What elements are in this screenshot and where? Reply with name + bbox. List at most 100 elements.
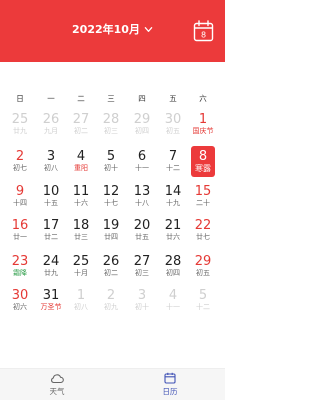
lunar-label: 初五	[166, 127, 180, 135]
calendar-day[interactable]: 18 廿三	[69, 218, 93, 246]
lunar-label: 十五	[44, 199, 58, 207]
calendar-day[interactable]: 13 十八	[130, 184, 154, 212]
calendar-day[interactable]: 14 十九	[161, 184, 185, 212]
lunar-label: 廿九	[44, 269, 58, 277]
weekday-label: 四	[138, 94, 146, 103]
calendar-day[interactable]: 10 十五	[39, 184, 63, 212]
calendar-icon	[164, 372, 176, 384]
lunar-label: 国庆节	[192, 127, 214, 135]
lunar-label: 廿六	[166, 233, 180, 241]
calendar-day[interactable]: 9 十四	[8, 184, 32, 212]
weekday-label: 一	[47, 94, 55, 103]
lunar-label: 廿五	[135, 233, 149, 241]
lunar-label: 九月	[44, 127, 58, 135]
lunar-label: 初七	[13, 164, 27, 172]
calendar-day[interactable]: 11 十六	[69, 184, 93, 212]
day-number: 28	[102, 112, 120, 127]
lunar-label: 初九	[104, 303, 118, 311]
lunar-label: 初三	[104, 127, 118, 135]
calendar-day[interactable]: 27 初三	[130, 254, 154, 282]
lunar-label: 廿七	[196, 233, 210, 241]
tab-weather-label: 天气	[49, 387, 65, 396]
day-number: 26	[102, 254, 120, 269]
lunar-label: 廿三	[74, 233, 88, 241]
lunar-label: 二十	[196, 199, 210, 207]
calendar-day[interactable]: 29 初四	[130, 112, 154, 140]
calendar-day[interactable]: 4 十一	[161, 288, 185, 316]
lunar-label: 初十	[104, 164, 118, 172]
calendar-day[interactable]: 29 初五	[191, 254, 215, 282]
lunar-label: 十二	[166, 164, 180, 172]
calendar-day[interactable]: 16 廿一	[8, 218, 32, 246]
lunar-label: 廿一	[13, 233, 27, 241]
calendar-day[interactable]: 1 国庆节	[191, 112, 215, 140]
lunar-label: 万圣节	[40, 303, 62, 311]
today-calendar-icon[interactable]: 8	[193, 20, 214, 42]
tab-calendar[interactable]: 日历	[140, 372, 200, 400]
weekday-label: 三	[107, 94, 115, 103]
calendar-day[interactable]: 24 廿九	[39, 254, 63, 282]
calendar-day[interactable]: 30 初五	[161, 112, 185, 140]
calendar-day[interactable]: 26 初二	[99, 254, 123, 282]
calendar-day[interactable]: 3 初十	[130, 288, 154, 316]
day-number: 24	[42, 254, 60, 269]
calendar-day[interactable]: 15 二十	[191, 184, 215, 212]
lunar-label: 初四	[166, 269, 180, 277]
day-number: 2	[106, 288, 116, 303]
month-title[interactable]: 2022年10月	[72, 21, 140, 37]
calendar-day[interactable]: 20 廿五	[130, 218, 154, 246]
calendar-day[interactable]: 28 初三	[99, 112, 123, 140]
today-day-number: 8	[201, 31, 206, 40]
lunar-label: 十四	[13, 199, 27, 207]
day-number: 5	[198, 288, 208, 303]
calendar-day[interactable]: 7 十二	[161, 149, 185, 177]
calendar-day[interactable]: 25 廿九	[8, 112, 32, 140]
weekday-label: 六	[199, 94, 207, 103]
lunar-label: 初四	[135, 127, 149, 135]
lunar-label: 初八	[74, 303, 88, 311]
tab-calendar-label: 日历	[162, 387, 178, 396]
lunar-label: 重阳	[74, 164, 88, 172]
calendar-day[interactable]: 3 初八	[39, 149, 63, 177]
calendar-day[interactable]: 5 十二	[191, 288, 215, 316]
day-number: 31	[42, 288, 60, 303]
day-number: 18	[72, 218, 90, 233]
weekday-header: 日一二三四五六	[0, 93, 225, 103]
calendar-day[interactable]: 23 霜降	[8, 254, 32, 282]
day-number: 25	[11, 112, 29, 127]
day-number: 30	[11, 288, 29, 303]
calendar-day[interactable]: 28 初四	[161, 254, 185, 282]
lunar-label: 十六	[74, 199, 88, 207]
calendar-day[interactable]: 17 廿二	[39, 218, 63, 246]
calendar-day[interactable]: 5 初十	[99, 149, 123, 177]
month-selector[interactable]: 2022年10月	[0, 21, 225, 37]
calendar-day[interactable]: 31 万圣节	[39, 288, 63, 316]
calendar-day[interactable]: 26 九月	[39, 112, 63, 140]
calendar-day[interactable]: 1 初八	[69, 288, 93, 316]
calendar-day[interactable]: 19 廿四	[99, 218, 123, 246]
day-number: 16	[11, 218, 29, 233]
day-number: 29	[133, 112, 151, 127]
calendar-day[interactable]: 12 十七	[99, 184, 123, 212]
day-number: 7	[168, 149, 178, 164]
calendar-day[interactable]: 25 十月	[69, 254, 93, 282]
chevron-down-icon[interactable]	[144, 25, 153, 34]
lunar-label: 十一	[135, 164, 149, 172]
day-number: 21	[164, 218, 182, 233]
calendar-day[interactable]: 2 初九	[99, 288, 123, 316]
day-number: 2	[15, 149, 25, 164]
day-number: 8	[198, 149, 208, 164]
day-number: 27	[133, 254, 151, 269]
calendar-day[interactable]: 27 初二	[69, 112, 93, 140]
tab-weather[interactable]: 天气	[27, 372, 87, 400]
calendar-day[interactable]: 30 初六	[8, 288, 32, 316]
calendar-day[interactable]: 22 廿七	[191, 218, 215, 246]
weekday-label: 二	[77, 94, 85, 103]
lunar-label: 寒露	[195, 164, 211, 173]
calendar-day[interactable]: 4 重阳	[69, 149, 93, 177]
calendar-day-selected[interactable]: 8 寒露	[191, 146, 215, 177]
calendar-day[interactable]: 6 十一	[130, 149, 154, 177]
lunar-label: 十一	[166, 303, 180, 311]
calendar-day[interactable]: 21 廿六	[161, 218, 185, 246]
calendar-day[interactable]: 2 初七	[8, 149, 32, 177]
